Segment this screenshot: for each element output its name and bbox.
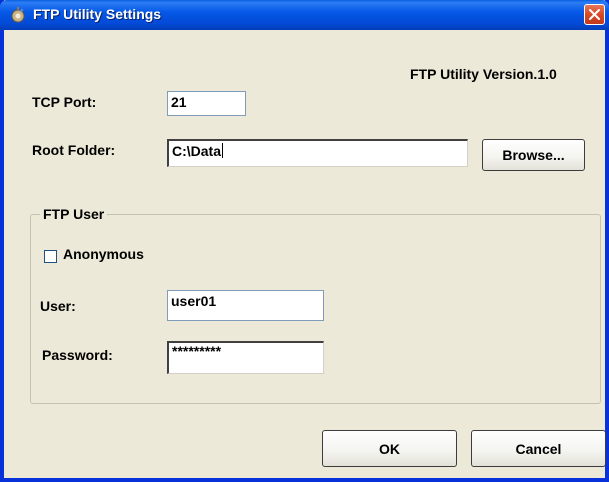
tcp-port-label: TCP Port: — [32, 94, 97, 110]
settings-dialog: FTP Utility Settings FTP Utility Version… — [0, 0, 609, 482]
password-input[interactable]: ********* — [167, 341, 324, 374]
anonymous-label[interactable]: Anonymous — [63, 246, 144, 262]
tcp-port-input[interactable]: 21 — [167, 91, 246, 116]
password-value: ********* — [172, 343, 222, 359]
window-title: FTP Utility Settings — [33, 6, 162, 22]
close-button[interactable] — [584, 4, 605, 25]
ok-button[interactable]: OK — [322, 430, 457, 467]
text-caret — [222, 143, 224, 158]
close-icon — [589, 9, 600, 20]
root-folder-input[interactable]: C:\Data — [167, 139, 468, 167]
browse-button[interactable]: Browse... — [482, 139, 585, 171]
ftp-user-group-title: FTP User — [40, 206, 108, 222]
user-label: User: — [40, 298, 76, 314]
tcp-port-value: 21 — [171, 94, 187, 110]
user-input[interactable]: user01 — [167, 290, 324, 321]
root-folder-label: Root Folder: — [32, 142, 116, 158]
title-bar[interactable]: FTP Utility Settings — [0, 0, 609, 30]
password-label: Password: — [42, 347, 113, 363]
cancel-button[interactable]: Cancel — [471, 430, 606, 467]
anonymous-checkbox[interactable] — [44, 250, 57, 263]
root-folder-value: C:\Data — [172, 143, 222, 159]
app-icon — [11, 7, 25, 23]
version-label: FTP Utility Version.1.0 — [410, 66, 557, 82]
user-value: user01 — [171, 293, 217, 309]
